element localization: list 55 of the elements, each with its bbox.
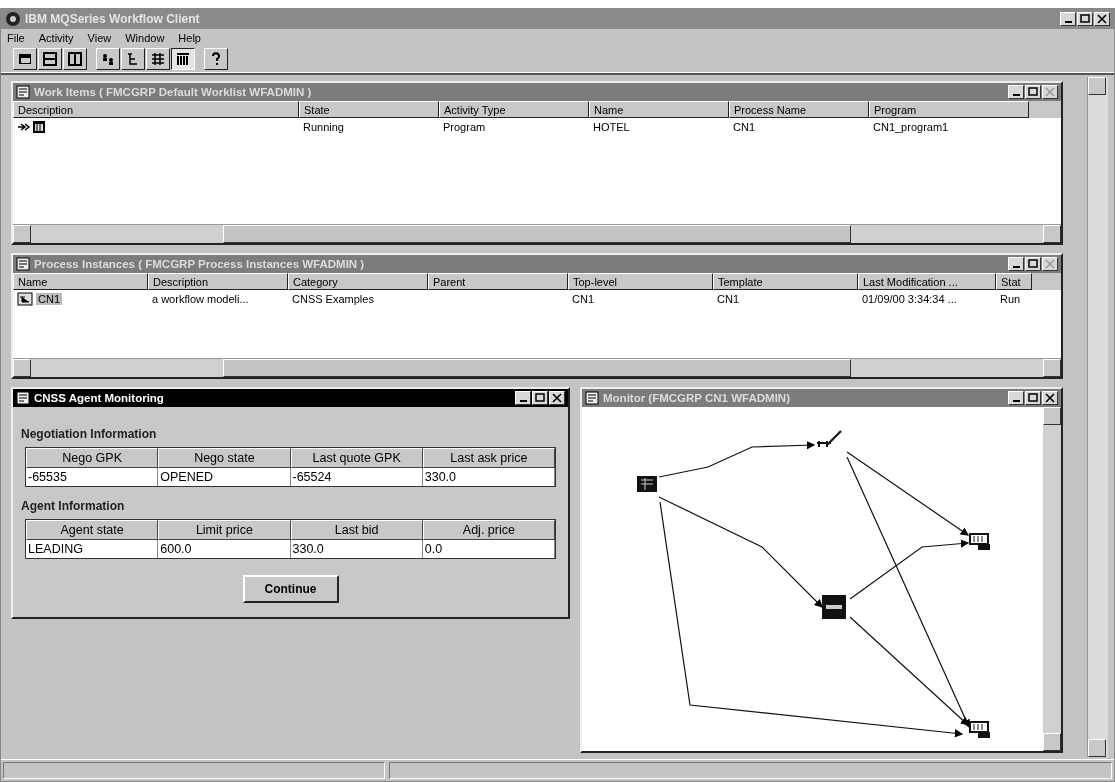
column-header[interactable]: Process Name bbox=[729, 101, 869, 118]
table-cell: CNSS Examples bbox=[292, 292, 374, 305]
table-cell: Running bbox=[303, 120, 344, 133]
window-title: CNSS Agent Monitoring bbox=[34, 392, 165, 404]
table-cell: Program bbox=[443, 120, 486, 133]
table-cell: OPENED bbox=[158, 468, 291, 486]
column-header[interactable]: Activity Type bbox=[439, 101, 589, 118]
column-header[interactable]: Last Modification ... bbox=[858, 273, 996, 290]
column-header[interactable]: Template bbox=[713, 273, 858, 290]
window-title: Process Instances ( FMCGRP Process Instances WFADMIN ) bbox=[34, 258, 366, 270]
column-header: Agent state bbox=[26, 520, 159, 540]
table-cell: CN1 bbox=[717, 292, 739, 305]
table-cell: CN1 bbox=[733, 120, 755, 133]
continue-button[interactable]: Continue bbox=[242, 575, 339, 603]
menu-item[interactable]: View bbox=[87, 31, 112, 44]
table-cell: 01/09/00 3:34:34 ... bbox=[862, 292, 957, 305]
table-cell: -65524 bbox=[290, 468, 423, 486]
menu-item[interactable]: Activity bbox=[38, 31, 74, 44]
table-cell: a workflow modeli... bbox=[152, 292, 249, 305]
menu-item[interactable]: Help bbox=[178, 31, 201, 44]
table-cell: -65535 bbox=[26, 468, 159, 486]
column-header[interactable]: Description bbox=[148, 273, 288, 290]
table-cell: HOTEL bbox=[593, 120, 630, 133]
column-header[interactable]: Name bbox=[589, 101, 729, 118]
section-heading: Negotiation Information bbox=[21, 427, 158, 441]
menu-item[interactable]: Window bbox=[125, 31, 165, 44]
column-header: Last bid bbox=[290, 520, 423, 540]
column-header[interactable]: Description bbox=[13, 101, 299, 118]
column-header[interactable]: Name bbox=[13, 273, 148, 290]
column-header: Limit price bbox=[158, 520, 291, 540]
table-cell: CN1_program1 bbox=[873, 120, 949, 133]
column-header: Adj. price bbox=[422, 520, 555, 540]
window-title: Monitor (FMCGRP CN1 WFADMIN) bbox=[603, 392, 791, 404]
column-header: Nego GPK bbox=[26, 448, 159, 468]
table-cell: CN1 bbox=[572, 292, 594, 305]
column-header: Nego state bbox=[158, 448, 291, 468]
table-cell: 330.0 bbox=[422, 468, 555, 486]
table-cell: LEADING bbox=[26, 540, 159, 558]
table-cell: 330.0 bbox=[290, 540, 423, 558]
table-cell: 0.0 bbox=[422, 540, 555, 558]
column-header: Last ask price bbox=[422, 448, 555, 468]
window-title: Work Items ( FMCGRP Default Worklist WFADMIN ) bbox=[34, 86, 313, 98]
table-cell: CN1 bbox=[36, 292, 62, 305]
column-header[interactable]: Category bbox=[288, 273, 428, 290]
section-heading: Agent Information bbox=[21, 499, 126, 513]
table-cell: 600.0 bbox=[158, 540, 291, 558]
column-header[interactable]: State bbox=[299, 101, 439, 118]
table-cell: Run bbox=[1000, 292, 1021, 305]
menu-item[interactable]: File bbox=[7, 31, 25, 44]
column-header[interactable]: Program bbox=[869, 101, 1029, 118]
column-header: Last quote GPK bbox=[290, 448, 423, 468]
window-title: IBM MQSeries Workflow Client bbox=[25, 12, 201, 26]
column-header[interactable]: Top-level bbox=[568, 273, 713, 290]
column-header[interactable]: Parent bbox=[428, 273, 568, 290]
column-header[interactable]: Stat bbox=[996, 273, 1032, 290]
